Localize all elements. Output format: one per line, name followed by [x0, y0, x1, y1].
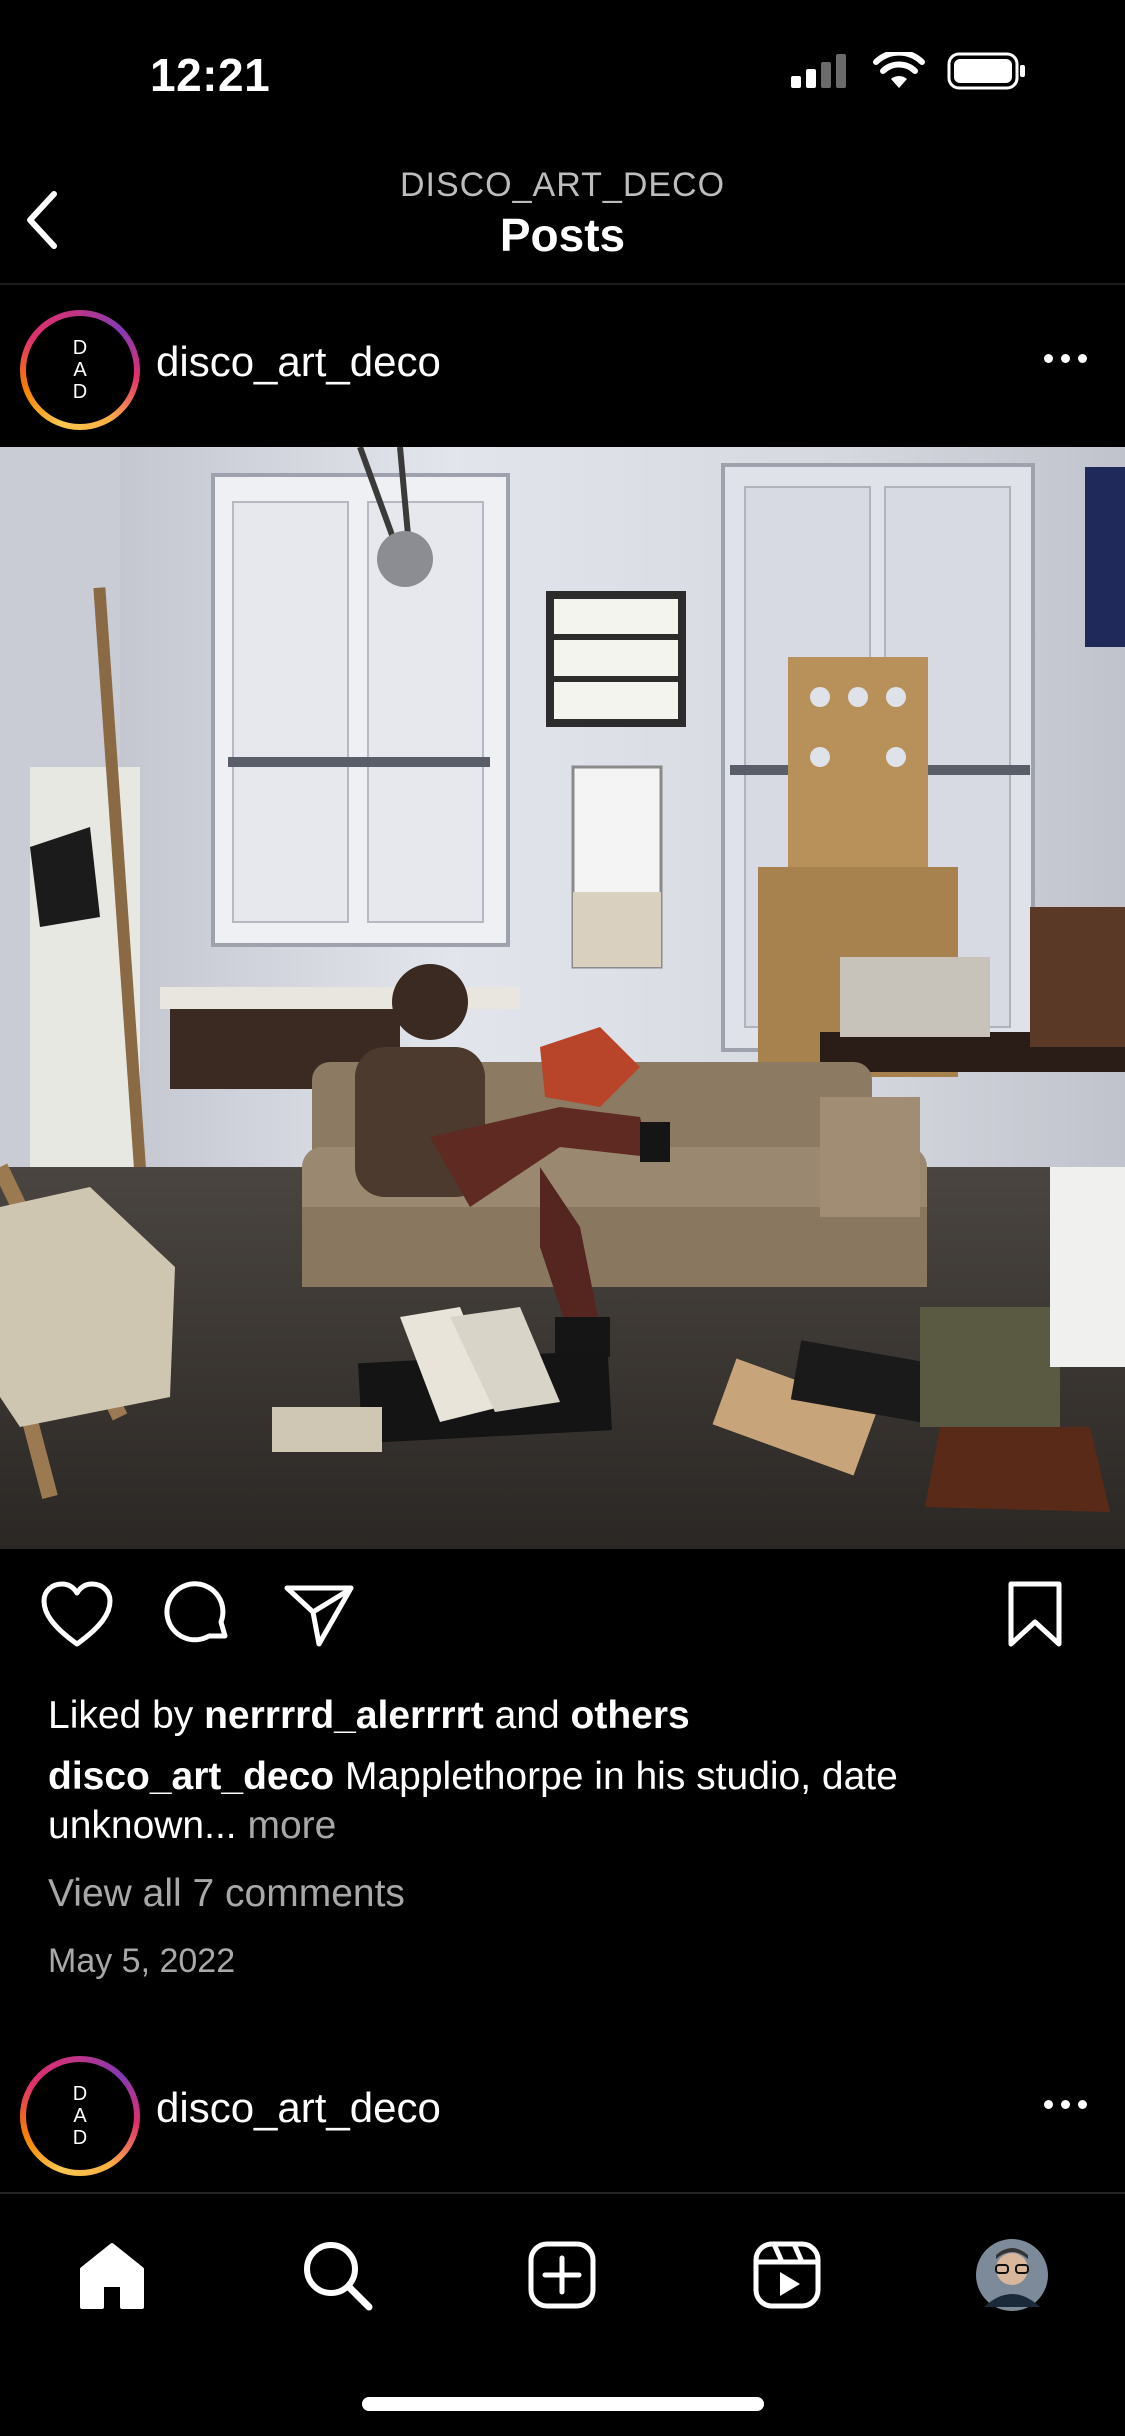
status-icons — [791, 52, 1027, 90]
tab-bar-divider — [0, 2192, 1125, 2194]
caption-text-line1: Mapplethorpe in his studio, date — [344, 1755, 898, 1798]
home-indicator — [362, 2397, 764, 2411]
comment-button[interactable] — [163, 1580, 233, 1655]
save-button[interactable] — [1005, 1580, 1065, 1655]
post-username[interactable]: disco_art_deco — [156, 2084, 441, 2132]
dot-icon — [1078, 354, 1087, 363]
avatar-letter: A — [73, 359, 87, 381]
comment-bubble-icon — [164, 1581, 228, 1643]
dot-icon — [1061, 354, 1070, 363]
liked-by-others[interactable]: others — [571, 1694, 690, 1737]
avatar-letter: D — [72, 381, 88, 403]
plus-square-icon — [528, 2241, 596, 2309]
status-time: 12:21 — [150, 49, 271, 101]
post-header: D A D disco_art_deco — [0, 2034, 1125, 2194]
caption: disco_art_deco Mapplethorpe in his studi… — [48, 1752, 1088, 1802]
dot-icon — [1044, 354, 1053, 363]
reels-icon — [753, 2241, 821, 2309]
cellular-signal-icon — [791, 54, 846, 88]
liked-by-user[interactable]: nerrrrd_alerrrrt — [204, 1694, 484, 1737]
post-actions — [0, 1580, 1125, 1670]
tab-search[interactable] — [292, 2230, 382, 2320]
share-button[interactable] — [283, 1580, 355, 1655]
post-photo[interactable] — [0, 447, 1125, 1549]
like-button[interactable] — [40, 1580, 114, 1655]
avatar-letter: D — [72, 2127, 88, 2149]
avatar-letter: D — [72, 2083, 88, 2105]
tab-profile[interactable] — [967, 2230, 1057, 2320]
avatar-logo: D A D — [26, 2062, 134, 2170]
wifi-icon — [873, 52, 925, 88]
header-divider — [0, 283, 1125, 285]
avatar-letter: D — [72, 337, 88, 359]
paper-plane-icon — [284, 1585, 354, 1647]
caption-continued: unknown... more — [48, 1801, 1088, 1851]
dot-icon — [1044, 2100, 1053, 2109]
post-avatar[interactable]: D A D — [20, 2056, 140, 2176]
liked-by-and: and — [494, 1694, 560, 1737]
profile-avatar — [976, 2239, 1048, 2311]
view-comments-link[interactable]: View all 7 comments — [48, 1869, 1088, 1919]
tab-create[interactable] — [517, 2230, 607, 2320]
avatar-letter: A — [73, 2105, 87, 2127]
heart-icon — [41, 1581, 113, 1647]
caption-text-line2: unknown... — [48, 1804, 237, 1847]
battery-icon — [947, 52, 1025, 90]
caption-more-link[interactable]: more — [247, 1804, 336, 1847]
post-avatar[interactable]: D A D — [20, 310, 140, 430]
caption-username[interactable]: disco_art_deco — [48, 1755, 334, 1798]
more-options-button[interactable] — [1044, 354, 1087, 363]
page-title: Posts — [499, 209, 626, 261]
post-header: D A D disco_art_deco — [0, 288, 1125, 448]
tab-home[interactable] — [67, 2230, 157, 2320]
post-username[interactable]: disco_art_deco — [156, 338, 441, 386]
dot-icon — [1061, 2100, 1070, 2109]
avatar-logo: D A D — [26, 316, 134, 424]
home-icon — [80, 2243, 144, 2309]
dot-icon — [1078, 2100, 1087, 2109]
likes-line: Liked by nerrrrd_alerrrrt and others — [48, 1691, 1088, 1741]
tab-reels[interactable] — [742, 2230, 832, 2320]
post-date: May 5, 2022 — [48, 1942, 236, 1980]
more-options-button[interactable] — [1044, 2100, 1087, 2109]
bookmark-icon — [1008, 1581, 1062, 1647]
header-account-name: DISCO_ART_DECO — [399, 166, 726, 204]
liked-by-label: Liked by — [48, 1694, 194, 1737]
search-icon — [304, 2242, 373, 2311]
